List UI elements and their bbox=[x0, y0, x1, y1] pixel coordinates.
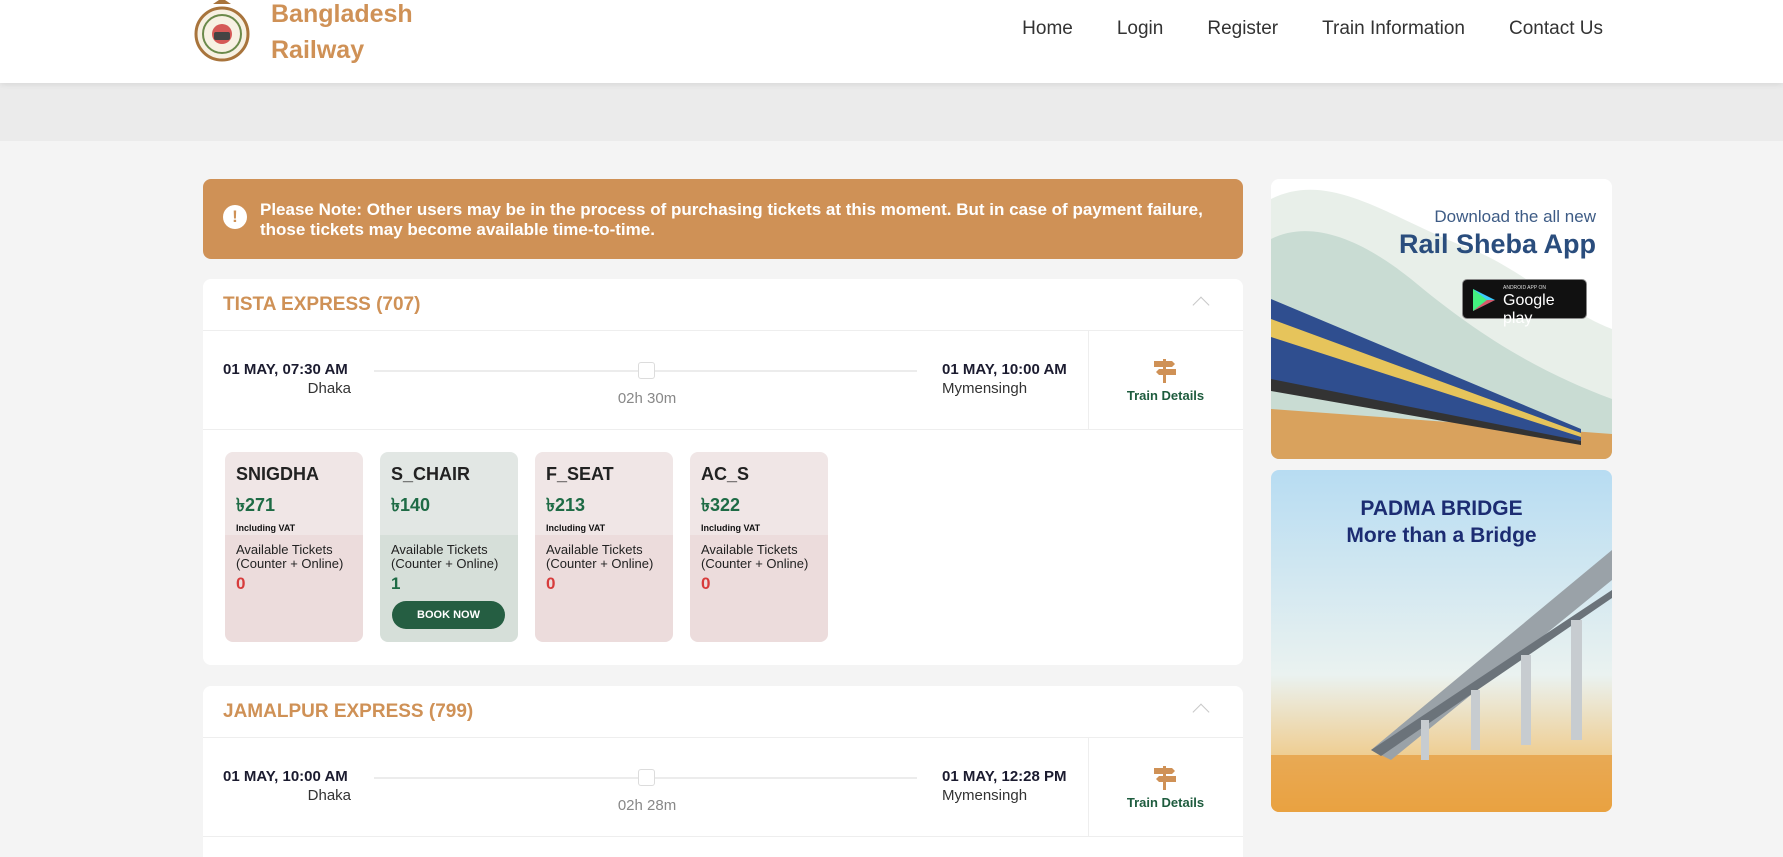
signpost-icon bbox=[1154, 766, 1176, 790]
available-tickets-label: Available Tickets (Counter + Online) bbox=[391, 542, 499, 571]
exclamation-icon: ! bbox=[223, 205, 247, 229]
available-count: 1 bbox=[391, 574, 401, 593]
seat-class-name: SNIGDHA bbox=[236, 464, 320, 484]
signpost-icon bbox=[1154, 359, 1176, 383]
nav-home[interactable]: Home bbox=[1022, 16, 1073, 42]
purchase-notice: ! Please Note: Other users may be in the… bbox=[203, 179, 1243, 259]
train-details-button[interactable]: Train Details bbox=[1088, 331, 1243, 430]
seat-class-card[interactable]: F_SEAT ৳213 Including VAT Available Tick… bbox=[535, 452, 673, 642]
google-play-button[interactable]: ANDROID APP ON Google play bbox=[1462, 279, 1587, 327]
header-band bbox=[0, 83, 1783, 141]
brand-line-2: Railway bbox=[271, 36, 365, 64]
departure-time: 01 MAY, 10:00 AM bbox=[223, 768, 348, 785]
seat-class-card[interactable]: AC_S ৳322 Including VAT Available Ticket… bbox=[690, 452, 828, 642]
main-nav: Home Login Register Train Information Co… bbox=[1022, 16, 1603, 42]
departure-station: Dhaka bbox=[307, 787, 351, 804]
train-card-header[interactable]: JAMALPUR EXPRESS (799) bbox=[203, 686, 1243, 738]
journey-duration: 02h 28m bbox=[617, 797, 677, 814]
arrival-time: 01 MAY, 10:00 AM bbox=[942, 361, 1067, 378]
vat-note: Including VAT bbox=[701, 523, 761, 533]
bangladesh-railway-logo[interactable] bbox=[193, 0, 251, 66]
vat-note: Including VAT bbox=[546, 523, 606, 533]
departure-time: 01 MAY, 07:30 AM bbox=[223, 361, 348, 378]
train-card-header[interactable]: TISTA EXPRESS (707) bbox=[203, 279, 1243, 331]
play-store-icon bbox=[1473, 289, 1495, 311]
available-count: 0 bbox=[546, 574, 556, 593]
journey-info: 01 MAY, 07:30 AM Dhaka 02h 30m 01 MAY, 1… bbox=[203, 331, 1243, 430]
available-tickets-label: Available Tickets (Counter + Online) bbox=[236, 542, 344, 571]
nav-register[interactable]: Register bbox=[1207, 16, 1278, 42]
available-tickets-label: Available Tickets (Counter + Online) bbox=[546, 542, 654, 571]
train-card: TISTA EXPRESS (707) 01 MAY, 07:30 AM Dha… bbox=[203, 279, 1243, 665]
seat-fare: ৳140 bbox=[391, 495, 430, 515]
app-name: Rail Sheba App bbox=[1398, 229, 1596, 259]
nav-login[interactable]: Login bbox=[1117, 16, 1164, 42]
arrival-station: Mymensingh bbox=[942, 787, 1028, 804]
seat-fare: ৳213 bbox=[546, 495, 585, 515]
seat-fare: ৳271 bbox=[236, 495, 275, 515]
available-tickets-label: Available Tickets (Counter + Online) bbox=[701, 542, 809, 571]
chevron-up-icon[interactable] bbox=[1192, 703, 1210, 721]
available-count: 0 bbox=[701, 574, 711, 593]
journey-duration: 02h 30m bbox=[617, 390, 677, 407]
arrival-time: 01 MAY, 12:28 PM bbox=[942, 768, 1067, 785]
app-tagline: Download the all new bbox=[1434, 207, 1596, 226]
journey-info: 01 MAY, 10:00 AM Dhaka 02h 28m 01 MAY, 1… bbox=[203, 738, 1243, 837]
route-node bbox=[638, 362, 655, 379]
rail-sheba-app-banner[interactable]: Download the all new Rail Sheba App ANDR… bbox=[1271, 179, 1612, 459]
train-details-label: Train Details bbox=[1126, 795, 1205, 810]
arrival-station: Mymensingh bbox=[942, 380, 1028, 397]
store-small-text: ANDROID APP ON bbox=[1503, 285, 1546, 291]
notice-text: Please Note: Other users may be in the p… bbox=[260, 200, 1203, 239]
brand-name[interactable]: Bangladesh Railway bbox=[271, 0, 413, 68]
available-count: 0 bbox=[236, 574, 246, 593]
bridge-illustration bbox=[1271, 470, 1612, 812]
seat-class-name: S_CHAIR bbox=[391, 464, 471, 484]
nav-train-information[interactable]: Train Information bbox=[1322, 16, 1465, 42]
site-header: Bangladesh Railway Home Login Register T… bbox=[0, 0, 1783, 83]
nav-contact-us[interactable]: Contact Us bbox=[1509, 16, 1603, 42]
train-name: TISTA EXPRESS (707) bbox=[223, 294, 421, 315]
chevron-up-icon[interactable] bbox=[1192, 296, 1210, 314]
train-name: JAMALPUR EXPRESS (799) bbox=[223, 701, 474, 722]
seat-class-name: F_SEAT bbox=[546, 464, 614, 484]
padma-bridge-banner[interactable]: PADMA BRIDGE More than a Bridge bbox=[1271, 470, 1612, 812]
departure-station: Dhaka bbox=[307, 380, 351, 397]
store-name: Google play bbox=[1503, 292, 1555, 327]
vat-note: Including VAT bbox=[236, 523, 296, 533]
seat-fare: ৳322 bbox=[701, 495, 740, 515]
book-now-button[interactable]: BOOK NOW bbox=[392, 601, 505, 629]
train-card: JAMALPUR EXPRESS (799) 01 MAY, 10:00 AM … bbox=[203, 686, 1243, 857]
bridge-title: PADMA BRIDGE bbox=[1360, 497, 1523, 520]
train-details-label: Train Details bbox=[1126, 388, 1205, 403]
train-details-button[interactable]: Train Details bbox=[1088, 738, 1243, 837]
bridge-subtitle: More than a Bridge bbox=[1346, 524, 1537, 547]
seat-class-card[interactable]: SNIGDHA ৳271 Including VAT Available Tic… bbox=[225, 452, 363, 642]
route-node bbox=[638, 769, 655, 786]
brand-line-1: Bangladesh bbox=[271, 0, 413, 28]
seat-class-card[interactable]: S_CHAIR ৳140 Available Tickets (Counter … bbox=[380, 452, 518, 642]
seat-classes: SNIGDHA ৳271 Including VAT Available Tic… bbox=[203, 430, 1243, 665]
seat-class-name: AC_S bbox=[701, 464, 750, 484]
